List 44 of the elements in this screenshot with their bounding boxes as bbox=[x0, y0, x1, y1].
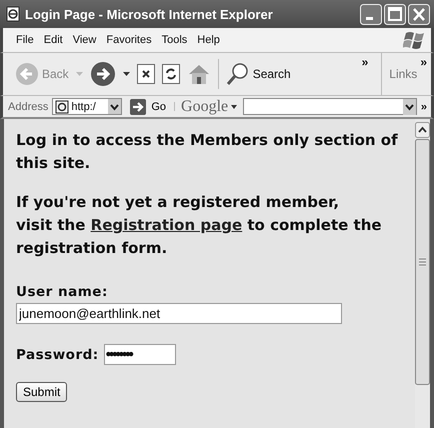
menu-item[interactable]: Edit bbox=[40, 34, 70, 46]
submit-button[interactable]: Submit bbox=[16, 382, 68, 402]
links-overflow-chevron[interactable]: » bbox=[420, 55, 427, 69]
dropdown-icon[interactable] bbox=[402, 99, 416, 115]
minimize-icon[interactable] bbox=[360, 4, 382, 24]
search-icon bbox=[226, 62, 250, 86]
scroll-up-icon[interactable] bbox=[415, 122, 430, 138]
page-icon bbox=[5, 6, 21, 22]
google-menu-button[interactable]: Google bbox=[179, 98, 240, 116]
caret-icon bbox=[231, 104, 238, 108]
registration-text: If you're not yet a registered member, visit the Registration page to complete the registration form. bbox=[16, 192, 383, 259]
caret-icon[interactable] bbox=[122, 72, 130, 76]
menu-item[interactable]: Help bbox=[194, 34, 227, 46]
search-button[interactable]: Search bbox=[226, 62, 291, 86]
menu-item[interactable]: Tools bbox=[158, 34, 194, 46]
scroll-thumb[interactable] bbox=[415, 139, 430, 385]
go-button[interactable]: Go bbox=[126, 98, 170, 114]
password-field[interactable]: •••••••• bbox=[104, 344, 176, 365]
refresh-icon[interactable] bbox=[162, 64, 180, 84]
window-title: Login Page - Microsoft Internet Explorer bbox=[25, 6, 274, 22]
close-icon[interactable] bbox=[408, 4, 430, 24]
registration-link[interactable]: Registration page bbox=[90, 216, 242, 234]
menu-item[interactable]: View bbox=[70, 34, 104, 46]
go-arrow-icon bbox=[130, 98, 146, 114]
scrollbar[interactable] bbox=[415, 119, 430, 428]
flag-logo-icon bbox=[403, 30, 427, 50]
forward-icon[interactable] bbox=[90, 61, 116, 87]
field-label: Password: bbox=[16, 346, 99, 362]
menu-item[interactable]: Favorites bbox=[103, 34, 159, 46]
menu-item[interactable]: File bbox=[13, 34, 41, 46]
dropdown-icon[interactable] bbox=[108, 99, 122, 114]
maximize-icon[interactable] bbox=[384, 4, 406, 24]
address-field[interactable]: http:/ bbox=[52, 98, 122, 115]
toolbar-overflow-chevron[interactable]: » bbox=[362, 55, 368, 69]
username-field[interactable]: junemoon@earthlink.net bbox=[16, 303, 342, 324]
field-label: User name: bbox=[16, 284, 109, 300]
stop-icon[interactable] bbox=[136, 64, 155, 84]
address-overflow-chevron[interactable]: » bbox=[420, 100, 427, 112]
home-icon[interactable] bbox=[186, 63, 211, 85]
page-icon bbox=[55, 100, 70, 114]
search-field[interactable] bbox=[243, 98, 417, 115]
links-label[interactable]: Links bbox=[389, 67, 418, 81]
intro-text: Log in to access the Members only section of this site. bbox=[16, 130, 399, 174]
address-label: Address bbox=[8, 100, 48, 112]
